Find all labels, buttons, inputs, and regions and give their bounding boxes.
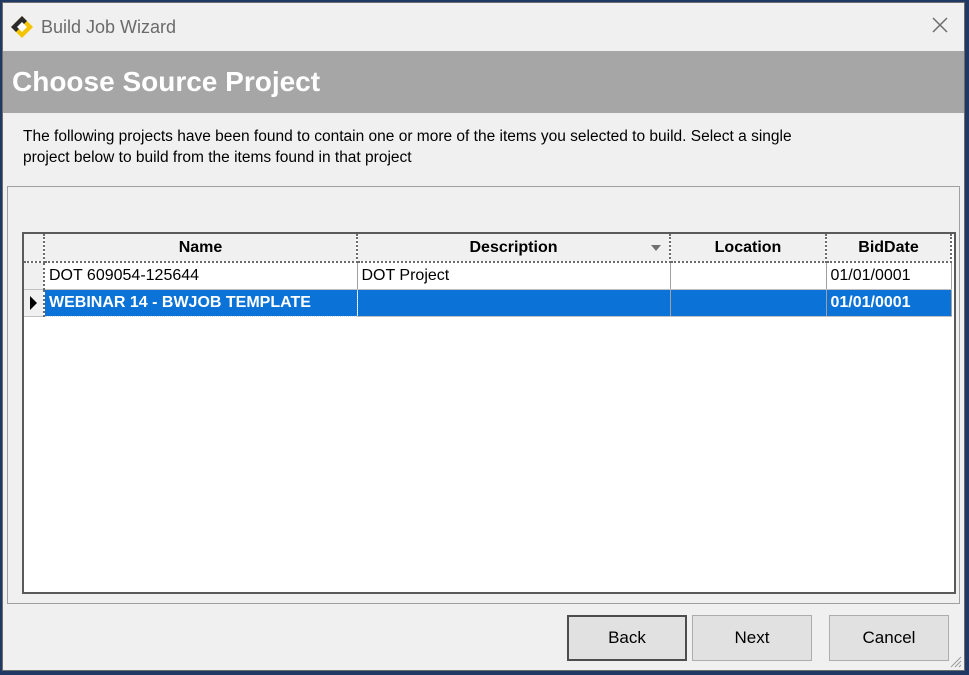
close-icon	[931, 16, 949, 39]
cell-biddate[interactable]: 01/01/0001	[826, 262, 952, 290]
cell-location[interactable]	[670, 262, 827, 290]
row-header-corner	[24, 234, 45, 263]
cell-name[interactable]: DOT 609054-125644	[44, 262, 358, 290]
grid-header-row: Name Description Location BidDate	[24, 234, 952, 263]
sort-dropdown-icon[interactable]	[651, 245, 661, 251]
cell-location[interactable]	[670, 289, 827, 317]
title-bar: Build Job Wizard	[3, 3, 964, 51]
column-header-location[interactable]: Location	[670, 234, 827, 263]
table-row-selected[interactable]: WEBINAR 14 - BWJOB TEMPLATE 01/01/0001	[24, 288, 952, 317]
current-row-pointer-icon	[30, 295, 37, 310]
column-header-name[interactable]: Name	[44, 234, 358, 263]
project-table: Name Description Location BidDate DOT 60…	[24, 234, 952, 317]
column-header-description[interactable]: Description	[357, 234, 671, 263]
cell-biddate[interactable]: 01/01/0001	[826, 289, 952, 317]
resize-grip-icon[interactable]	[948, 654, 962, 668]
build-job-wizard-window: Build Job Wizard Choose Source Project T…	[2, 2, 965, 671]
project-list-panel: Name Description Location BidDate DOT 60…	[7, 186, 960, 604]
close-button[interactable]	[922, 9, 958, 45]
instructions-line-2: project below to build from the items fo…	[23, 149, 412, 166]
row-header[interactable]	[24, 289, 45, 317]
table-row[interactable]: DOT 609054-125644 DOT Project 01/01/0001	[24, 262, 952, 290]
cell-description[interactable]	[357, 289, 671, 317]
instructions-line-1: The following projects have been found t…	[23, 128, 792, 145]
column-header-description-label: Description	[469, 238, 558, 256]
cancel-button[interactable]: Cancel	[829, 615, 949, 661]
column-header-biddate[interactable]: BidDate	[826, 234, 952, 263]
build-job-wizard-logo-icon	[10, 15, 34, 39]
instructions-text: The following projects have been found t…	[23, 126, 923, 168]
back-button[interactable]: Back	[567, 615, 687, 661]
cell-name[interactable]: WEBINAR 14 - BWJOB TEMPLATE	[43, 288, 358, 317]
project-grid[interactable]: Name Description Location BidDate DOT 60…	[22, 232, 956, 594]
wizard-step-header: Choose Source Project	[3, 51, 964, 113]
cell-description[interactable]: DOT Project	[357, 262, 671, 290]
next-button[interactable]: Next	[692, 615, 812, 661]
page-title: Choose Source Project	[12, 66, 321, 97]
row-header[interactable]	[24, 262, 45, 290]
window-title: Build Job Wizard	[41, 17, 177, 37]
